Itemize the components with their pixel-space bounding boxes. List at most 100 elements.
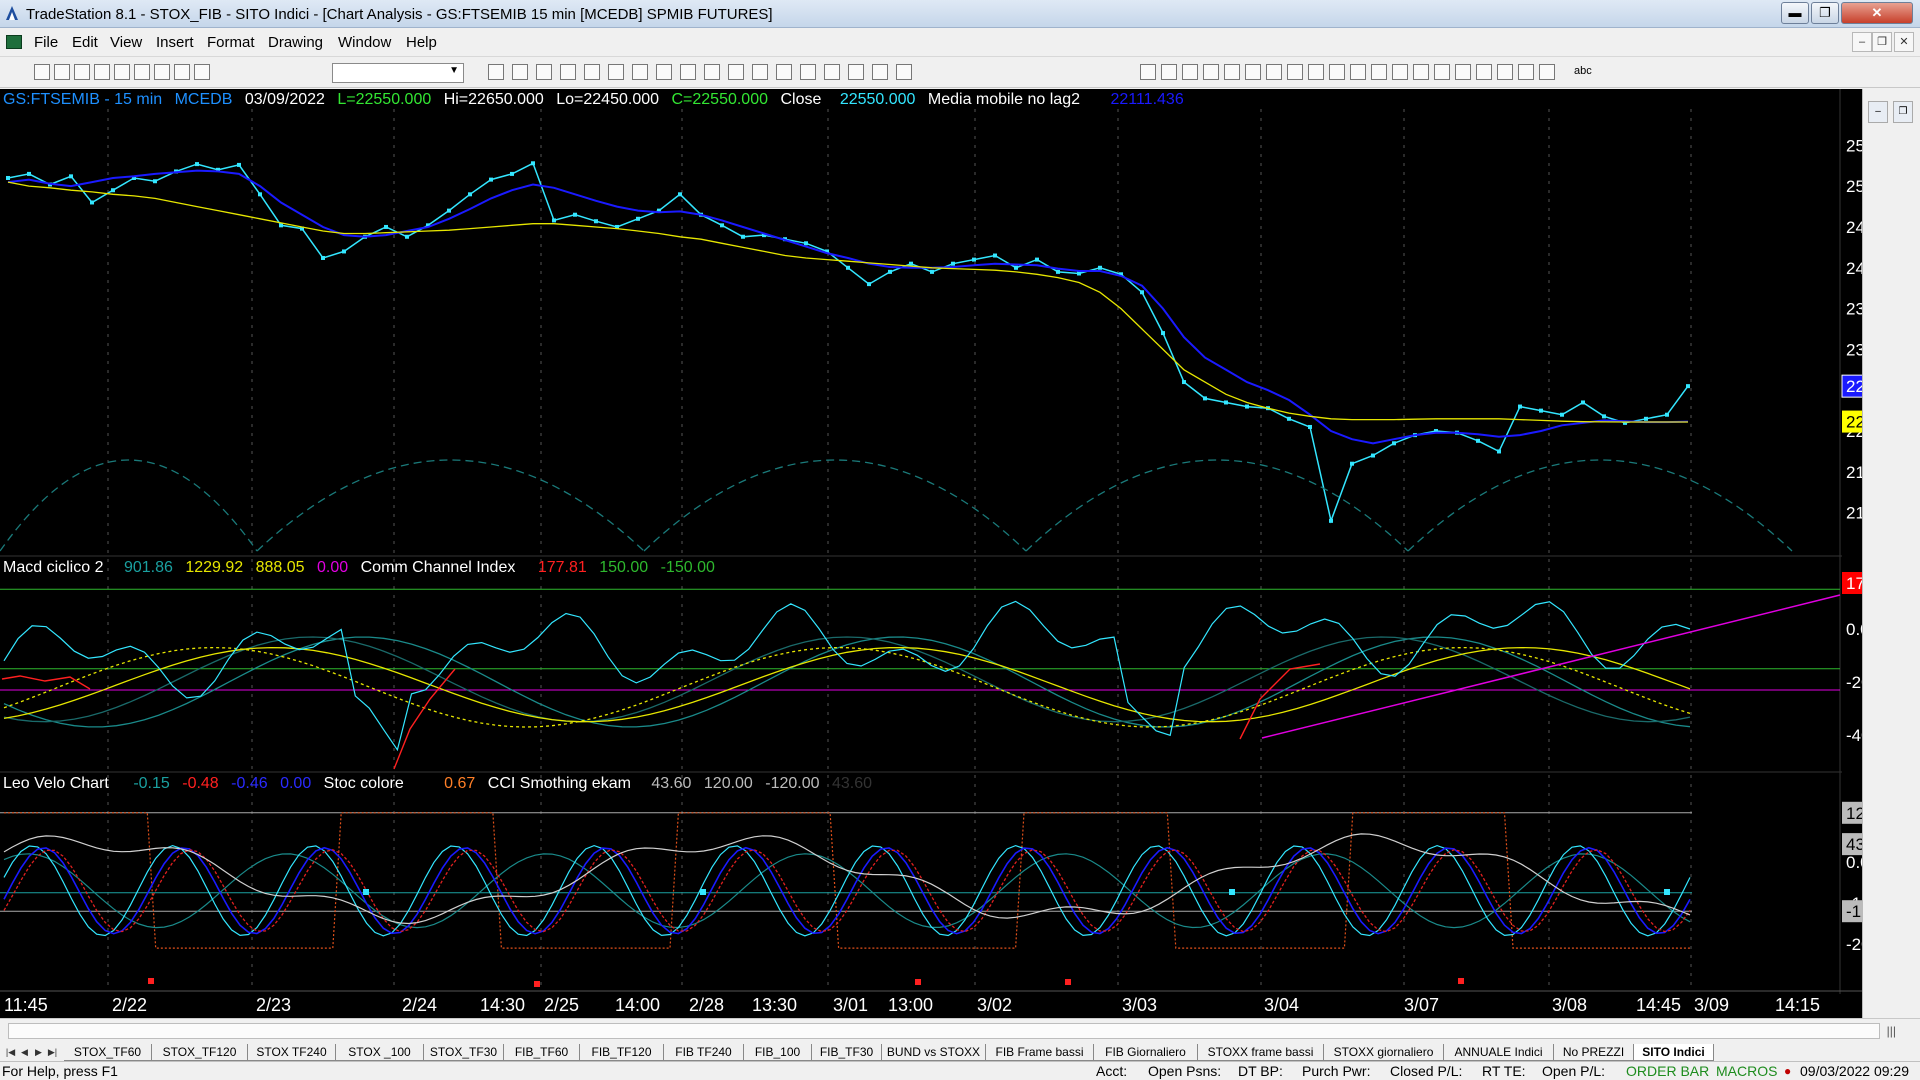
minimize-button[interactable]: ▬ (1781, 2, 1809, 24)
workspace-tab[interactable]: FIB Frame bassi (986, 1044, 1094, 1061)
stoc-bottom-marker (1065, 979, 1071, 985)
drawing-tool-icon[interactable] (1371, 64, 1387, 80)
toolbar-tool-icon[interactable] (800, 64, 816, 80)
toolbar-tool-icon[interactable] (194, 64, 210, 80)
toolbar-tool-icon[interactable] (728, 64, 744, 80)
status-order-bar[interactable]: ORDER BAR (1626, 1062, 1709, 1080)
menu-view[interactable]: View (110, 34, 142, 51)
drawing-tool-icon[interactable] (1413, 64, 1429, 80)
toolbar-tool-icon[interactable] (94, 64, 110, 80)
drawing-tool-icon[interactable] (1497, 64, 1513, 80)
workspace-tab[interactable]: FIB TF240 (664, 1044, 744, 1061)
toolbar-tool-icon[interactable] (488, 64, 504, 80)
chart-window-icon[interactable] (6, 35, 22, 49)
drawing-tool-icon[interactable] (1140, 64, 1156, 80)
maximize-button[interactable]: ❐ (1811, 2, 1839, 24)
toolbar-tool-icon[interactable] (536, 64, 552, 80)
mdi-restore-button[interactable]: ❐ (1872, 32, 1892, 52)
menu-insert[interactable]: Insert (156, 34, 194, 51)
mdi-minimize-button[interactable]: ‒ (1852, 32, 1872, 52)
workspace-tab[interactable]: BUND vs STOXX (882, 1044, 986, 1061)
toolbar-combo[interactable]: ▼ (332, 63, 464, 83)
drawing-tool-icon[interactable] (1245, 64, 1261, 80)
horizontal-scrollbar[interactable]: ||| (0, 1018, 1920, 1044)
toolbar-tool-icon[interactable] (154, 64, 170, 80)
workspace-tab[interactable]: FIB_100 (744, 1044, 812, 1061)
workspace-tab[interactable]: ANNUALE Indici (1444, 1044, 1554, 1061)
workspace-tab[interactable]: No PREZZI (1554, 1044, 1634, 1061)
workspace-tab[interactable]: FIB_TF30 (812, 1044, 882, 1061)
toolbar-tool-icon[interactable] (752, 64, 768, 80)
toolbar-tool-icon[interactable] (114, 64, 130, 80)
menu-file[interactable]: File (34, 34, 58, 51)
mdi-close-button[interactable]: ✕ (1894, 32, 1914, 52)
menu-drawing[interactable]: Drawing (268, 34, 323, 51)
drawing-tool-icon[interactable] (1455, 64, 1471, 80)
drawing-tool-icon[interactable] (1203, 64, 1219, 80)
pane-restore-button[interactable]: ❐ (1893, 101, 1913, 123)
drawing-tool-icon[interactable] (1329, 64, 1345, 80)
drawing-tool-icon[interactable] (1308, 64, 1324, 80)
tab-prev-icon[interactable]: ◀ (18, 1046, 31, 1059)
toolbar-tool-icon[interactable] (776, 64, 792, 80)
toolbar-tool-icon[interactable] (608, 64, 624, 80)
chart-canvas[interactable]: 2550025000245002400023500230002250022000… (0, 89, 1862, 1018)
toolbar-tool-icon[interactable] (134, 64, 150, 80)
drawing-tool-icon[interactable] (1392, 64, 1408, 80)
toolbar-tool-icon[interactable] (704, 64, 720, 80)
tab-next-icon[interactable]: ▶ (32, 1046, 45, 1059)
toolbar-tool-icon[interactable] (632, 64, 648, 80)
toolbar-tool-icon[interactable] (824, 64, 840, 80)
drawing-tool-icon[interactable] (1539, 64, 1555, 80)
toolbar-tool-icon[interactable] (74, 64, 90, 80)
drawing-tool-icon[interactable] (1476, 64, 1492, 80)
drawing-tool-icon[interactable] (1434, 64, 1450, 80)
drawing-tool-icon[interactable] (1266, 64, 1282, 80)
drawing-tool-icon[interactable] (1350, 64, 1366, 80)
toolbar-tool-icon[interactable] (34, 64, 50, 80)
drawing-tool-icon[interactable] (1224, 64, 1240, 80)
toolbar-tool-icon[interactable] (656, 64, 672, 80)
menu-format[interactable]: Format (207, 34, 255, 51)
workspace-tab[interactable]: SITO Indici (1634, 1044, 1714, 1061)
workspace-tab[interactable]: STOX_TF120 (152, 1044, 248, 1061)
toolbar-tool-icon[interactable] (174, 64, 190, 80)
scrollbar-track[interactable] (8, 1023, 1880, 1039)
menu-window[interactable]: Window (338, 34, 391, 51)
trend-line[interactable] (1261, 594, 1841, 739)
menu-help[interactable]: Help (406, 34, 437, 51)
drawing-tool-icon[interactable] (1518, 64, 1534, 80)
text-tool-button[interactable]: abc (1574, 65, 1592, 77)
workspace-tab[interactable]: STOX TF240 (248, 1044, 336, 1061)
combo-dropdown-icon[interactable]: ▼ (449, 65, 459, 76)
workspace-tab[interactable]: FIB_TF120 (580, 1044, 664, 1061)
close-button[interactable]: ✕ (1841, 2, 1913, 24)
toolbar-tool-icon[interactable] (680, 64, 696, 80)
workspace-tab[interactable]: STOX_TF60 (64, 1044, 152, 1061)
workspace-tab[interactable]: STOXX frame bassi (1198, 1044, 1324, 1061)
drawing-tool-icon[interactable] (1182, 64, 1198, 80)
workspace-tab[interactable]: STOX_TF30 (424, 1044, 504, 1061)
toolbar-tool-icon[interactable] (54, 64, 70, 80)
drawing-tool-icon[interactable] (1287, 64, 1303, 80)
toolbar-tool-icon[interactable] (512, 64, 528, 80)
pane-minimize-button[interactable]: ‒ (1868, 101, 1888, 123)
workspace-tab[interactable]: FIB_TF60 (504, 1044, 580, 1061)
connection-status-icon: ● (1784, 1064, 1792, 1078)
menu-edit[interactable]: Edit (72, 34, 98, 51)
scrollbar-grip-icon[interactable]: ||| (1887, 1024, 1896, 1038)
toolbar-tool-icon[interactable] (872, 64, 888, 80)
workspace-tab[interactable]: STOX _100 (336, 1044, 424, 1061)
toolbar-tool-icon[interactable] (848, 64, 864, 80)
tab-last-icon[interactable]: ▶| (46, 1046, 59, 1059)
toolbar-tool-icon[interactable] (584, 64, 600, 80)
price-axis-tick: 23500 (1846, 300, 1862, 319)
tab-first-icon[interactable]: |◀ (4, 1046, 17, 1059)
workspace-tab[interactable]: FIB Giornaliero (1094, 1044, 1198, 1061)
toolbar-tool-icon[interactable] (560, 64, 576, 80)
status-macros[interactable]: MACROS (1716, 1062, 1777, 1080)
toolbar-tool-icon[interactable] (896, 64, 912, 80)
drawing-tool-icon[interactable] (1161, 64, 1177, 80)
workspace-tab[interactable]: STOXX giornaliero (1324, 1044, 1444, 1061)
chart-area[interactable]: 2550025000245002400023500230002250022000… (0, 89, 1862, 1018)
